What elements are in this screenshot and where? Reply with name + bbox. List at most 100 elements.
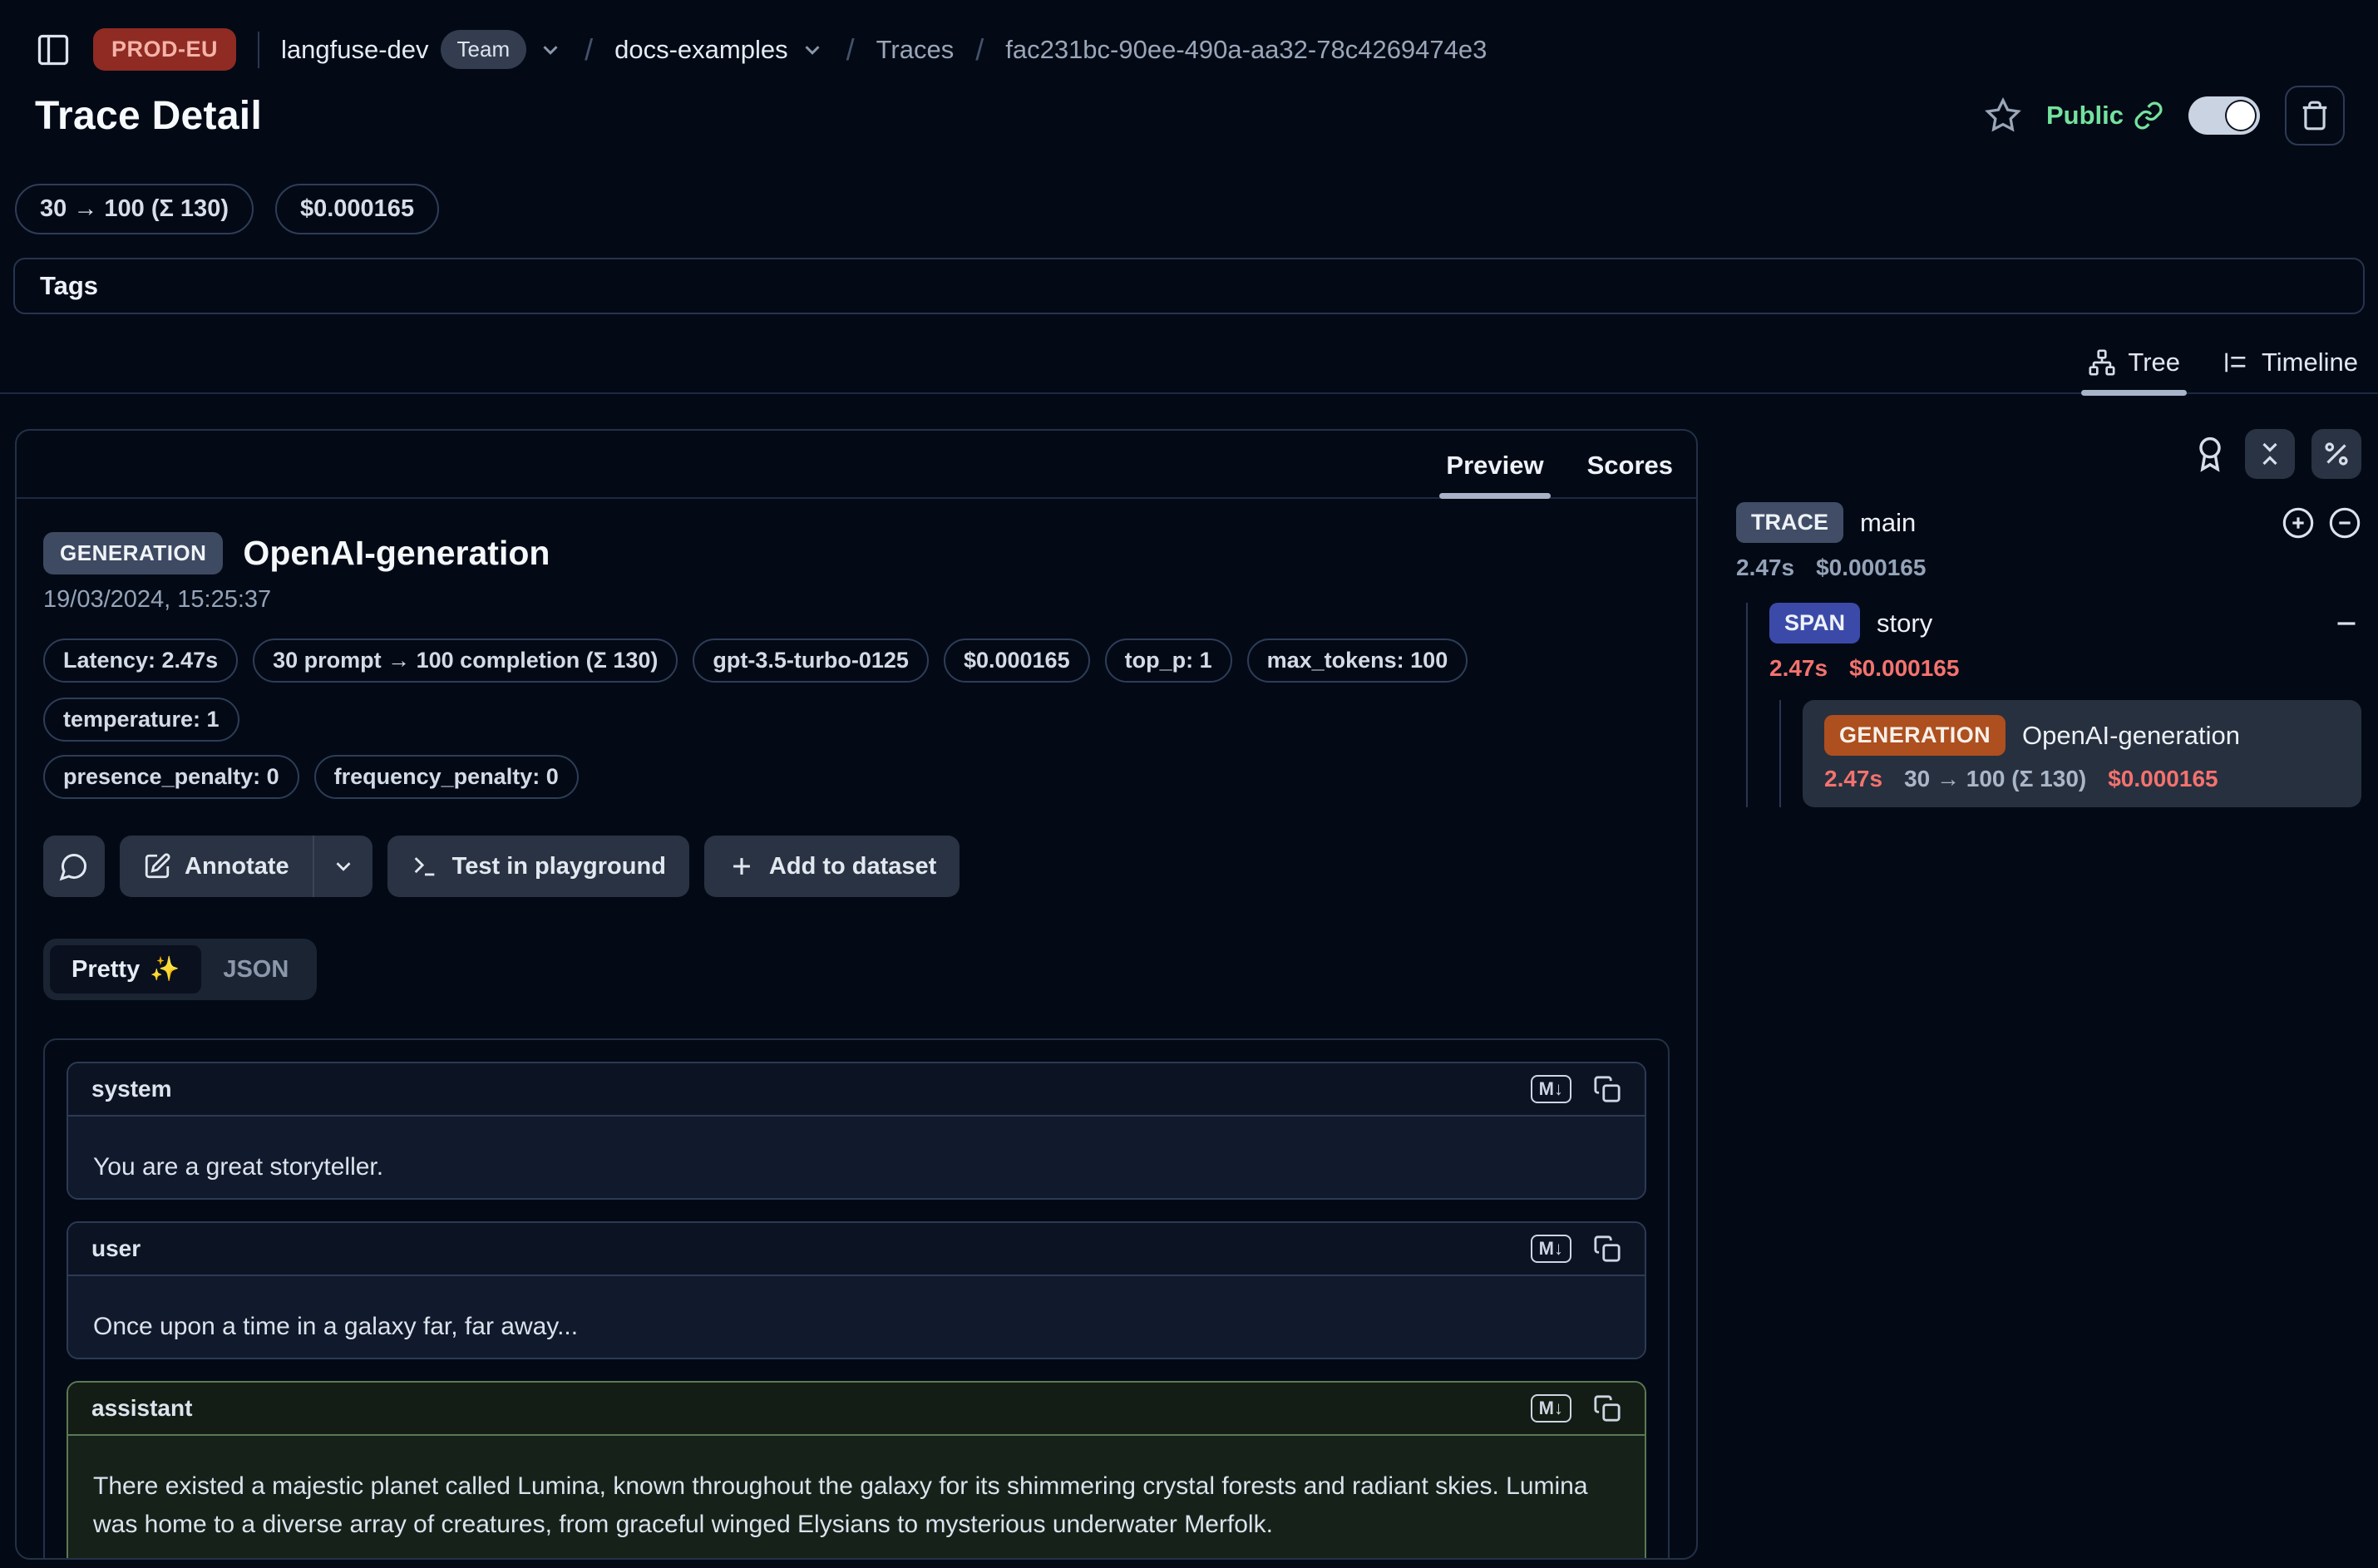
observation-actions: Annotate Test in playground bbox=[43, 836, 1670, 897]
breadcrumb-separator: / bbox=[975, 32, 984, 67]
public-toggle[interactable] bbox=[2188, 96, 2260, 135]
frequency-penalty-badge: frequency_penalty: 0 bbox=[314, 755, 579, 799]
copy-icon[interactable] bbox=[1593, 1075, 1621, 1103]
collapse-all-icon[interactable] bbox=[2328, 506, 2361, 540]
copy-icon[interactable] bbox=[1593, 1235, 1621, 1263]
span-node[interactable]: SPAN story bbox=[1769, 603, 2361, 643]
span-latency: 2.47s bbox=[1769, 655, 1828, 682]
title-row: Trace Detail Public bbox=[0, 71, 2378, 145]
token-usage-badge[interactable]: 30 → 100 (Σ 130) bbox=[15, 184, 254, 234]
system-message: system M↓ You are a great storyteller. bbox=[67, 1062, 1646, 1200]
model-badge[interactable]: gpt-3.5-turbo-0125 bbox=[693, 639, 929, 683]
breadcrumb-separator: / bbox=[585, 32, 593, 67]
annotate-button[interactable]: Annotate bbox=[120, 836, 313, 897]
tree-toolbar bbox=[1736, 429, 2361, 479]
tab-scores[interactable]: Scores bbox=[1584, 444, 1676, 497]
comment-button[interactable] bbox=[43, 836, 105, 897]
token-badge: 30 prompt → 100 completion (Σ 130) bbox=[253, 639, 678, 683]
star-icon bbox=[1985, 97, 2021, 134]
json-toggle-button[interactable]: JSON bbox=[201, 946, 310, 994]
panel-left-icon bbox=[35, 32, 72, 68]
generation-latency: 2.47s bbox=[1824, 766, 1882, 792]
org-name: langfuse-dev bbox=[281, 35, 429, 65]
presence-penalty-badge: presence_penalty: 0 bbox=[43, 755, 299, 799]
observation-panel: Preview Scores GENERATION OpenAI-generat… bbox=[15, 429, 1698, 1560]
annotate-dropdown-button[interactable] bbox=[313, 836, 372, 897]
divider bbox=[258, 32, 259, 68]
trace-badge: TRACE bbox=[1736, 502, 1843, 543]
span-cost: $0.000165 bbox=[1849, 655, 1959, 682]
sparkles-icon: ✨ bbox=[150, 955, 180, 984]
trace-node[interactable]: TRACE main bbox=[1736, 502, 2361, 543]
temperature-badge: temperature: 1 bbox=[43, 698, 239, 742]
public-label: Public bbox=[2046, 101, 2124, 131]
tags-label: Tags bbox=[40, 271, 98, 300]
assistant-message: assistant M↓ There existed a majestic pl… bbox=[67, 1381, 1646, 1560]
format-toggle: Pretty ✨ JSON bbox=[43, 939, 317, 1000]
tab-timeline-label: Timeline bbox=[2262, 348, 2358, 377]
timeline-icon bbox=[2222, 348, 2250, 377]
public-link[interactable]: Public bbox=[2046, 101, 2163, 131]
generation-name: OpenAI-generation bbox=[2022, 721, 2240, 751]
chevron-down-icon bbox=[800, 37, 825, 62]
breadcrumb-traces-link[interactable]: Traces bbox=[876, 35, 955, 65]
metrics-percent-button[interactable] bbox=[2311, 429, 2361, 479]
breadcrumb: PROD-EU langfuse-dev Team / docs-example… bbox=[0, 0, 2378, 71]
sidebar-toggle-button[interactable] bbox=[35, 32, 72, 68]
tags-container[interactable]: Tags bbox=[13, 258, 2365, 314]
environment-badge[interactable]: PROD-EU bbox=[93, 28, 236, 71]
chevrons-collapse-icon bbox=[2255, 439, 2285, 469]
markdown-toggle-icon[interactable]: M↓ bbox=[1531, 1075, 1571, 1103]
content-area: Preview Scores GENERATION OpenAI-generat… bbox=[0, 394, 2378, 1560]
collapse-node-icon[interactable] bbox=[2331, 609, 2361, 639]
generation-cost: $0.000165 bbox=[2108, 766, 2218, 792]
breadcrumb-project[interactable]: docs-examples bbox=[614, 35, 824, 65]
delete-trace-button[interactable] bbox=[2285, 86, 2345, 145]
test-in-playground-button[interactable]: Test in playground bbox=[387, 836, 689, 897]
add-to-dataset-label: Add to dataset bbox=[769, 853, 936, 880]
expand-all-icon[interactable] bbox=[2282, 506, 2315, 540]
copy-icon[interactable] bbox=[1593, 1394, 1621, 1423]
cost-badge: $0.000165 bbox=[944, 639, 1090, 683]
award-icon bbox=[2192, 436, 2228, 472]
messages-container: system M↓ You are a great storyteller. bbox=[43, 1038, 1670, 1560]
add-to-dataset-button[interactable]: Add to dataset bbox=[704, 836, 960, 897]
latency-badge: Latency: 2.47s bbox=[43, 639, 238, 683]
tab-tree[interactable]: Tree bbox=[2081, 339, 2187, 392]
span-children: GENERATION OpenAI-generation 2.47s 30 → … bbox=[1779, 700, 2361, 807]
cost-badge[interactable]: $0.000165 bbox=[275, 184, 439, 234]
pretty-toggle-button[interactable]: Pretty ✨ bbox=[50, 945, 201, 994]
message-role: assistant bbox=[91, 1395, 192, 1422]
trace-children: SPAN story 2.47s $0.000165 bbox=[1746, 603, 2361, 807]
span-badge: SPAN bbox=[1769, 603, 1860, 643]
trace-name: main bbox=[1860, 508, 1916, 538]
markdown-toggle-icon[interactable]: M↓ bbox=[1531, 1394, 1571, 1423]
breadcrumb-separator: / bbox=[846, 32, 855, 67]
page-title: Trace Detail bbox=[35, 93, 262, 139]
span-metrics: 2.47s $0.000165 bbox=[1769, 655, 2361, 682]
breadcrumb-org[interactable]: langfuse-dev Team bbox=[281, 30, 563, 69]
markdown-toggle-icon[interactable]: M↓ bbox=[1531, 1235, 1571, 1263]
message-content: You are a great storyteller. bbox=[68, 1117, 1645, 1199]
span-name: story bbox=[1877, 609, 1932, 639]
favorite-star-button[interactable] bbox=[1985, 97, 2021, 134]
comment-icon bbox=[59, 851, 89, 881]
generation-node-selected[interactable]: GENERATION OpenAI-generation 2.47s 30 → … bbox=[1803, 700, 2361, 807]
tab-timeline[interactable]: Timeline bbox=[2215, 339, 2365, 392]
tab-preview[interactable]: Preview bbox=[1443, 444, 1547, 497]
trace-tree: TRACE main 2.47s $0.000165 bbox=[1736, 502, 2361, 807]
observation-meta-badges: Latency: 2.47s 30 prompt → 100 completio… bbox=[43, 639, 1670, 742]
generation-tokens: 30 → 100 (Σ 130) bbox=[1904, 766, 2086, 792]
generation-metrics: 2.47s 30 → 100 (Σ 130) $0.000165 bbox=[1824, 766, 2340, 792]
trace-latency: 2.47s bbox=[1736, 555, 1794, 581]
breadcrumb-trace-id: fac231bc-90ee-490a-aa32-78c4269474e3 bbox=[1005, 35, 1487, 65]
message-role: user bbox=[91, 1235, 141, 1262]
scores-award-button[interactable] bbox=[2192, 436, 2228, 472]
trace-detail-page: PROD-EU langfuse-dev Team / docs-example… bbox=[0, 0, 2378, 1568]
top-p-badge: top_p: 1 bbox=[1105, 639, 1232, 683]
percent-icon bbox=[2321, 439, 2351, 469]
user-message: user M↓ Once upon a time in a galaxy far… bbox=[67, 1221, 1646, 1359]
collapse-all-button[interactable] bbox=[2245, 429, 2295, 479]
trash-icon bbox=[2299, 100, 2331, 131]
observation-meta-badges-2: presence_penalty: 0 frequency_penalty: 0 bbox=[43, 755, 1670, 799]
